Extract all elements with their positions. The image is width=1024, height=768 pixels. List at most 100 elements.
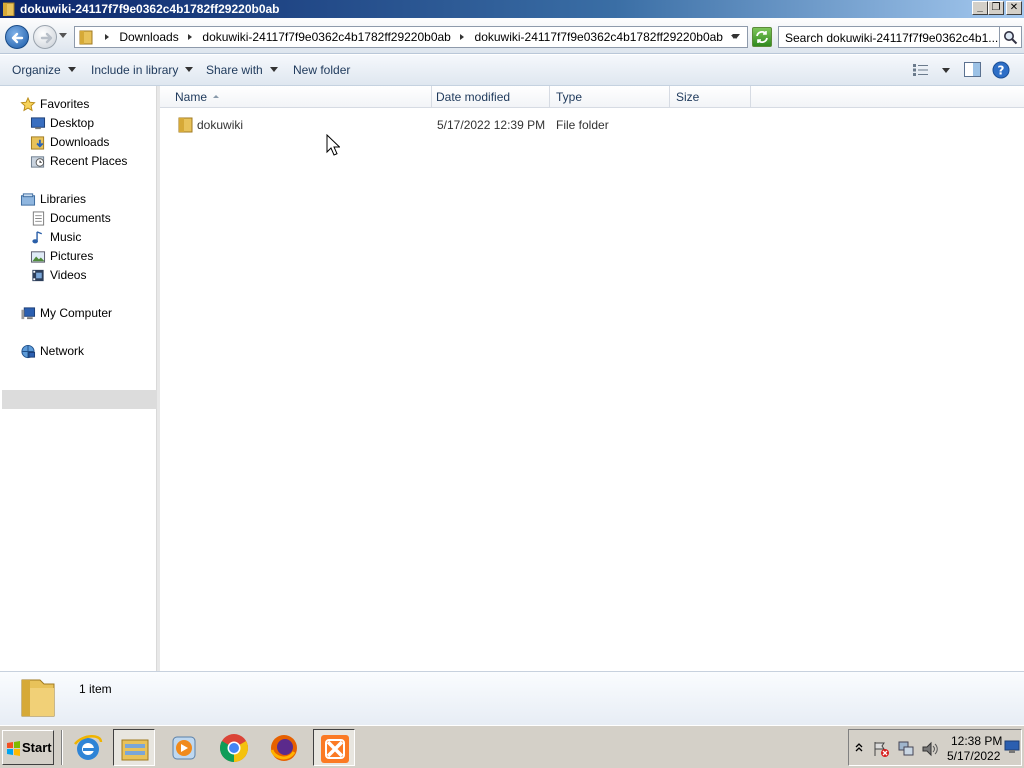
firefox-icon	[270, 735, 297, 761]
sidebar-label: Pictures	[50, 249, 94, 263]
column-date-label: Date modified	[436, 90, 511, 104]
sidebar-label: Desktop	[50, 116, 95, 130]
volume-icon[interactable]	[921, 740, 939, 758]
sidebar-label: Libraries	[40, 192, 87, 206]
network-status-icon[interactable]	[897, 740, 915, 758]
taskbar-app-windows-explorer[interactable]	[113, 729, 155, 766]
address-history-dropdown[interactable]	[732, 34, 740, 39]
libraries-icon	[20, 193, 36, 206]
selection-highlight	[2, 390, 157, 409]
taskbar-separator	[61, 730, 63, 765]
organize-menu[interactable]: Organize	[12, 63, 76, 77]
windows-explorer-icon	[121, 739, 149, 761]
folder-icon	[21, 679, 55, 717]
network-icon	[21, 344, 36, 359]
breadcrumb-parent-folder[interactable]: dokuwiki-24117f7f9e0362c4b1782ff29220b0a…	[202, 30, 450, 44]
file-date-modified: 5/17/2022 12:39 PM	[437, 118, 546, 132]
svg-text:?: ?	[998, 64, 1005, 78]
xampp-icon	[321, 735, 349, 763]
column-header-date-modified[interactable]: Date modified	[430, 86, 550, 108]
address-bar[interactable]: Downloads dokuwiki-24117f7f9e0362c4b1782…	[74, 26, 748, 48]
downloads-icon	[30, 136, 45, 150]
back-arrow-icon	[11, 32, 24, 44]
column-header-type[interactable]: Type	[550, 86, 670, 108]
restore-button[interactable]: ❐	[988, 1, 1004, 15]
help-icon[interactable]: ?	[992, 61, 1010, 79]
breadcrumb-current-folder[interactable]: dokuwiki-24117f7f9e0362c4b1782ff29220b0a…	[475, 30, 723, 44]
clock-time[interactable]: 12:38 PM	[951, 734, 1002, 748]
taskbar-app-chrome[interactable]	[213, 729, 255, 766]
chrome-icon	[220, 734, 248, 762]
column-name-label: Name	[175, 90, 208, 104]
column-header-name[interactable]: Name	[169, 86, 432, 108]
view-options-icon[interactable]	[913, 64, 931, 76]
search-input[interactable]: Search dokuwiki-24117f7f9e0362c4b1...	[778, 26, 1000, 48]
show-desktop-icon[interactable]	[1004, 740, 1020, 754]
share-with-label: Share with	[206, 63, 263, 77]
desktop-icon	[30, 117, 46, 130]
sidebar-label: Favorites	[40, 97, 90, 111]
window-title: dokuwiki-24117f7f9e0362c4b1782ff29220b0a…	[20, 2, 280, 16]
sort-ascending-icon	[213, 95, 220, 98]
taskbar-app-xampp[interactable]	[313, 729, 355, 766]
address-row: Downloads dokuwiki-24117f7f9e0362c4b1782…	[0, 18, 1024, 54]
media-player-icon	[172, 736, 196, 760]
back-button[interactable]	[5, 25, 29, 49]
recent-pages-dropdown[interactable]	[59, 33, 67, 38]
column-type-label: Type	[556, 90, 583, 104]
folder-icon	[3, 2, 15, 16]
include-in-library-menu[interactable]: Include in library	[91, 63, 194, 77]
music-icon	[32, 231, 43, 244]
start-button[interactable]: Start	[2, 730, 54, 765]
column-header-size[interactable]: Size	[670, 86, 751, 108]
action-center-icon[interactable]	[873, 740, 891, 758]
folder-icon	[79, 30, 93, 45]
view-options-dropdown[interactable]	[942, 68, 950, 73]
taskbar-app-media-player[interactable]	[163, 729, 205, 766]
computer-icon	[21, 307, 36, 320]
include-in-library-label: Include in library	[91, 63, 179, 77]
sidebar-label: Music	[50, 230, 82, 244]
taskbar-app-internet-explorer[interactable]	[67, 729, 109, 766]
sidebar-label: Recent Places	[50, 154, 128, 168]
folder-icon	[178, 117, 193, 133]
column-size-label: Size	[676, 90, 700, 104]
chevron-down-icon	[269, 67, 278, 72]
column-header-row: Name Date modified Type Size	[160, 86, 1024, 108]
show-hidden-icons-icon[interactable]	[855, 742, 863, 752]
sidebar-label: Downloads	[50, 135, 110, 149]
start-label: Start	[22, 740, 52, 755]
recent-places-icon	[30, 156, 45, 168]
navigation-pane: Favorites Desktop Downloads Recent Place…	[0, 86, 157, 671]
new-folder-button[interactable]: New folder	[293, 63, 350, 77]
preview-pane-icon[interactable]	[964, 62, 981, 77]
taskbar-app-firefox[interactable]	[263, 729, 305, 766]
windows-logo-icon	[7, 741, 20, 756]
sidebar-label: Videos	[50, 268, 87, 282]
pictures-icon	[30, 251, 46, 263]
share-with-menu[interactable]: Share with	[206, 63, 278, 77]
search-icon	[1004, 31, 1018, 45]
sidebar-label: My Computer	[40, 306, 113, 320]
videos-icon	[32, 269, 44, 282]
system-tray: 12:38 PM 5/17/2022	[848, 729, 1022, 766]
sidebar-label: Network	[40, 344, 85, 358]
search-button[interactable]	[1000, 26, 1022, 48]
breadcrumb-separator[interactable]	[188, 34, 193, 40]
title-bar[interactable]: dokuwiki-24117f7f9e0362c4b1782ff29220b0a…	[0, 0, 1024, 18]
item-count: 1 item	[79, 682, 112, 696]
minimize-button[interactable]: _	[972, 1, 988, 15]
internet-explorer-icon	[74, 735, 103, 760]
file-name[interactable]: dokuwiki	[197, 114, 243, 136]
table-row[interactable]: dokuwiki 5/17/2022 12:39 PM File folder	[160, 114, 1024, 136]
refresh-button[interactable]	[752, 27, 772, 47]
close-button[interactable]: ✕	[1006, 1, 1022, 15]
clock-date[interactable]: 5/17/2022	[947, 749, 1000, 763]
breadcrumb-downloads[interactable]: Downloads	[119, 30, 178, 44]
documents-icon	[32, 211, 45, 226]
forward-button[interactable]	[33, 25, 57, 49]
breadcrumb-separator[interactable]	[460, 34, 465, 40]
breadcrumb-separator[interactable]	[105, 34, 109, 40]
mouse-cursor-icon	[326, 134, 340, 156]
star-icon	[20, 97, 36, 112]
